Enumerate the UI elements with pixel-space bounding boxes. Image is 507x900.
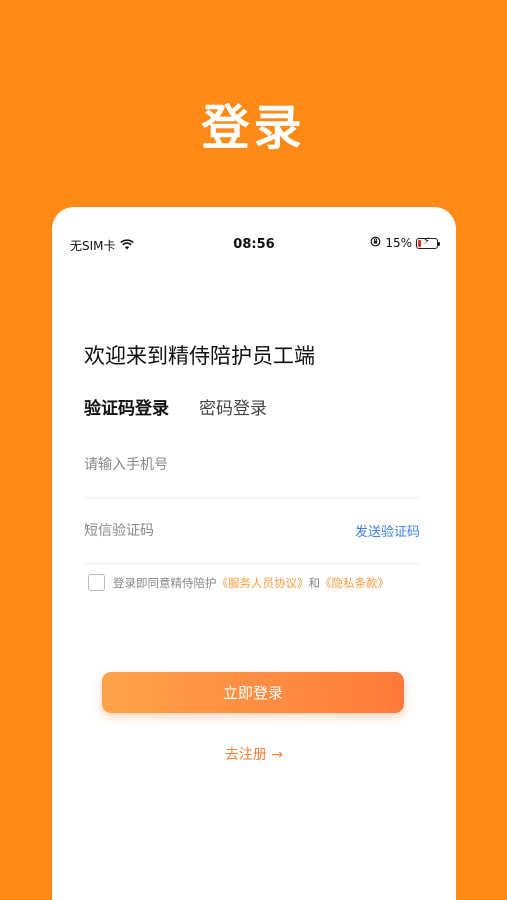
code-field: 发送验证码 — [84, 498, 420, 564]
status-bar: 无SIM卡 08:56 15% ⚡ — [52, 207, 456, 281]
agreement-row: 登录即同意精侍陪护《服务人员协议》和《隐私条款》 — [88, 574, 389, 591]
page-title: 登录 — [201, 100, 306, 156]
sms-code-input[interactable] — [84, 522, 304, 539]
phone-input[interactable] — [84, 456, 304, 473]
battery-icon: ⚡ — [416, 236, 440, 249]
login-tabs: 验证码登录 密码登录 — [84, 394, 267, 421]
battery-percent: 15% — [385, 236, 412, 250]
tab-sms-login[interactable]: 验证码登录 — [84, 394, 169, 421]
send-code-button[interactable]: 发送验证码 — [355, 521, 420, 540]
agreement-text: 登录即同意精侍陪护《服务人员协议》和《隐私条款》 — [113, 575, 389, 590]
service-agreement-link[interactable]: 《服务人员协议》 — [217, 576, 309, 590]
phone-screen: 无SIM卡 08:56 15% ⚡ 欢迎来到精侍陪护员工端 验证码登录 密码登录… — [52, 207, 456, 900]
phone-field — [84, 432, 420, 498]
welcome-heading: 欢迎来到精侍陪护员工端 — [84, 344, 315, 368]
tab-password-login[interactable]: 密码登录 — [199, 394, 267, 419]
status-right: 15% ⚡ — [370, 236, 440, 250]
login-button[interactable]: 立即登录 — [102, 672, 404, 713]
agreement-checkbox[interactable] — [88, 574, 105, 591]
orientation-lock-icon — [370, 236, 381, 250]
privacy-policy-link[interactable]: 《隐私条款》 — [320, 576, 389, 590]
register-link[interactable]: 去注册 → — [52, 744, 456, 764]
